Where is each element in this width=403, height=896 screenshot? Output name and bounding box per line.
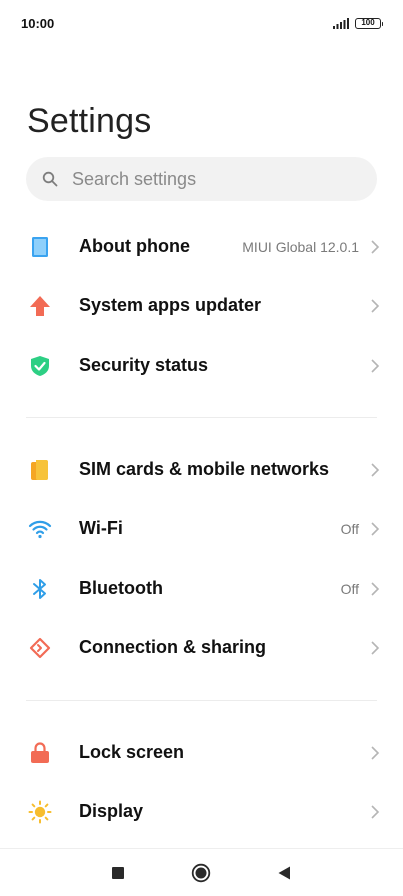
settings-item-wifi[interactable]: Wi-Fi Off bbox=[0, 501, 403, 557]
lock-icon bbox=[31, 742, 49, 763]
settings-item-label: Display bbox=[79, 801, 144, 821]
section-divider bbox=[26, 700, 377, 701]
sun-icon bbox=[28, 800, 52, 824]
status-time: 10:00 bbox=[21, 16, 55, 31]
chevron-right-icon bbox=[371, 522, 380, 536]
settings-item-about-phone[interactable]: About phone MIUI Global 12.0.1 bbox=[0, 219, 403, 275]
settings-item-value: MIUI Global 12.0.1 bbox=[242, 239, 359, 255]
page-title: Settings bbox=[27, 102, 152, 140]
chevron-right-icon bbox=[371, 805, 380, 819]
settings-item-label: System apps updater bbox=[79, 295, 262, 315]
chevron-right-icon bbox=[371, 359, 380, 373]
chevron-right-icon bbox=[371, 641, 380, 655]
settings-item-value: Off bbox=[340, 521, 359, 537]
settings-item-label: Connection & sharing bbox=[79, 637, 267, 657]
shield-check-icon bbox=[31, 356, 49, 376]
back-button[interactable] bbox=[274, 863, 294, 883]
settings-item-security-status[interactable]: Security status bbox=[0, 338, 403, 394]
settings-item-label: Lock screen bbox=[79, 742, 185, 762]
phone-icon bbox=[32, 237, 48, 257]
settings-item-connection-sharing[interactable]: Connection & sharing bbox=[0, 620, 403, 676]
bluetooth-icon bbox=[33, 579, 46, 599]
arrow-up-icon bbox=[30, 296, 50, 316]
settings-item-value: Off bbox=[340, 581, 359, 597]
recents-button[interactable] bbox=[108, 863, 128, 883]
section-divider bbox=[26, 417, 377, 418]
search-box[interactable] bbox=[26, 157, 377, 201]
search-icon bbox=[42, 171, 58, 187]
sim-card-icon bbox=[31, 460, 48, 480]
wifi-icon bbox=[28, 520, 52, 539]
chevron-right-icon bbox=[371, 463, 380, 477]
signal-icon bbox=[333, 18, 349, 29]
chevron-right-icon bbox=[371, 746, 380, 760]
settings-item-sim-cards[interactable]: SIM cards & mobile networks bbox=[0, 442, 403, 498]
settings-item-label: Bluetooth bbox=[79, 578, 163, 598]
search-input[interactable] bbox=[72, 157, 362, 201]
share-icon bbox=[29, 637, 51, 659]
settings-item-bluetooth[interactable]: Bluetooth Off bbox=[0, 561, 403, 617]
chevron-right-icon bbox=[371, 299, 380, 313]
settings-item-label: Security status bbox=[79, 355, 209, 375]
settings-item-lock-screen[interactable]: Lock screen bbox=[0, 725, 403, 781]
settings-item-label: Wi-Fi bbox=[79, 518, 123, 538]
navigation-bar bbox=[0, 848, 403, 896]
settings-item-label: About phone bbox=[79, 236, 190, 256]
settings-item-display[interactable]: Display bbox=[0, 784, 403, 840]
battery-indicator: 100 bbox=[355, 18, 383, 29]
settings-item-label: SIM cards & mobile networks bbox=[79, 459, 330, 479]
chevron-right-icon bbox=[371, 582, 380, 596]
chevron-right-icon bbox=[371, 240, 380, 254]
settings-item-system-apps-updater[interactable]: System apps updater bbox=[0, 278, 403, 334]
battery-level: 100 bbox=[361, 18, 375, 27]
status-bar: 10:00 100 bbox=[0, 0, 403, 48]
home-button[interactable] bbox=[191, 863, 211, 883]
